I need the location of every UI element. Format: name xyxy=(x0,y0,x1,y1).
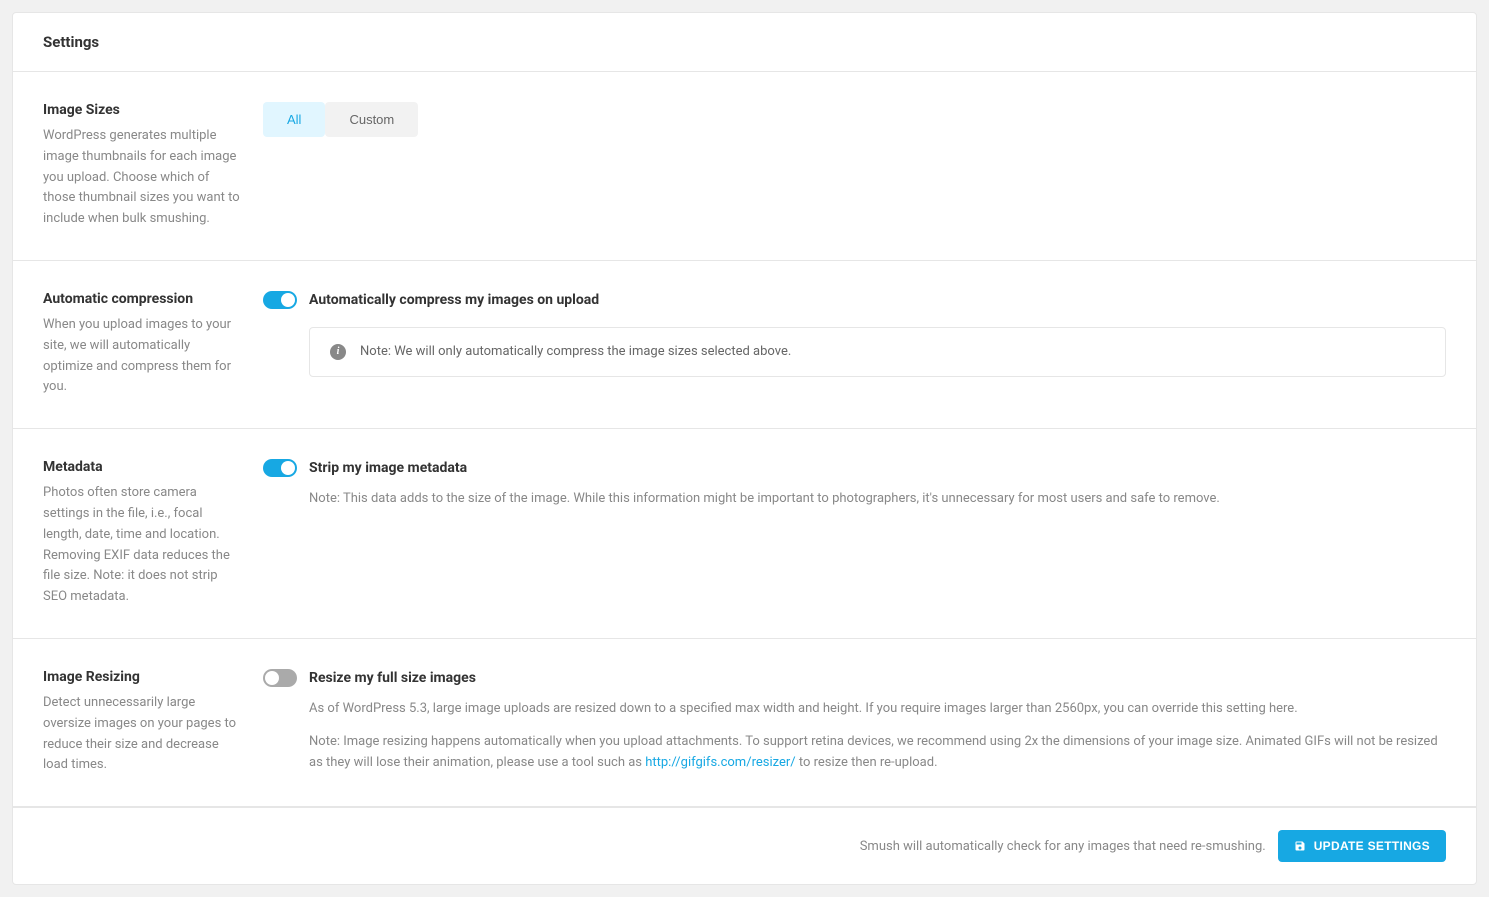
section-content-col: Resize my full size images As of WordPre… xyxy=(263,669,1446,776)
section-heading-col: Image Resizing Detect unnecessarily larg… xyxy=(43,669,263,776)
toggle-row: Strip my image metadata xyxy=(263,459,1446,477)
automatic-compression-toggle[interactable] xyxy=(263,291,297,309)
section-content-col: Strip my image metadata Note: This data … xyxy=(263,459,1446,608)
settings-panel: Settings Image Sizes WordPress generates… xyxy=(12,12,1477,885)
toggle-label: Resize my full size images xyxy=(309,670,476,686)
resizing-note-1: As of WordPress 5.3, large image uploads… xyxy=(309,699,1446,720)
section-image-resizing: Image Resizing Detect unnecessarily larg… xyxy=(13,639,1476,807)
info-icon: i xyxy=(330,344,346,360)
section-automatic-compression: Automatic compression When you upload im… xyxy=(13,261,1476,429)
section-description: Detect unnecessarily large oversize imag… xyxy=(43,693,243,776)
footer-text: Smush will automatically check for any i… xyxy=(860,839,1266,854)
section-description: WordPress generates multiple image thumb… xyxy=(43,126,243,230)
section-image-sizes: Image Sizes WordPress generates multiple… xyxy=(13,72,1476,261)
page-title: Settings xyxy=(43,33,1446,51)
resizing-note2-after: to resize then re-upload. xyxy=(796,755,938,770)
section-description: Photos often store camera settings in th… xyxy=(43,483,243,608)
section-title: Image Sizes xyxy=(43,102,243,118)
metadata-toggle[interactable] xyxy=(263,459,297,477)
note-box: i Note: We will only automatically compr… xyxy=(309,327,1446,377)
section-title: Image Resizing xyxy=(43,669,243,685)
section-description: When you upload images to your site, we … xyxy=(43,315,243,398)
toggle-row: Automatically compress my images on uplo… xyxy=(263,291,1446,309)
gifgifs-link[interactable]: http://gifgifs.com/resizer/ xyxy=(645,755,795,770)
button-label: UPDATE SETTINGS xyxy=(1314,839,1430,853)
resizing-note-2: Note: Image resizing happens automatical… xyxy=(309,732,1446,774)
section-heading-col: Metadata Photos often store camera setti… xyxy=(43,459,263,608)
tab-custom[interactable]: Custom xyxy=(325,102,418,137)
toggle-label: Automatically compress my images on uplo… xyxy=(309,292,599,308)
panel-header: Settings xyxy=(13,13,1476,72)
section-title: Automatic compression xyxy=(43,291,243,307)
section-heading-col: Automatic compression When you upload im… xyxy=(43,291,263,398)
section-heading-col: Image Sizes WordPress generates multiple… xyxy=(43,102,263,230)
save-icon xyxy=(1294,840,1306,852)
section-title: Metadata xyxy=(43,459,243,475)
image-sizes-tabs: All Custom xyxy=(263,102,418,137)
toggle-label: Strip my image metadata xyxy=(309,460,467,476)
update-settings-button[interactable]: UPDATE SETTINGS xyxy=(1278,830,1446,862)
metadata-note: Note: This data adds to the size of the … xyxy=(309,489,1446,510)
tab-all[interactable]: All xyxy=(263,102,325,137)
note-text: Note: We will only automatically compres… xyxy=(360,344,791,359)
image-resizing-toggle[interactable] xyxy=(263,669,297,687)
section-metadata: Metadata Photos often store camera setti… xyxy=(13,429,1476,639)
panel-footer: Smush will automatically check for any i… xyxy=(13,807,1476,884)
section-content-col: All Custom xyxy=(263,102,1446,230)
section-content-col: Automatically compress my images on uplo… xyxy=(263,291,1446,398)
toggle-row: Resize my full size images xyxy=(263,669,1446,687)
